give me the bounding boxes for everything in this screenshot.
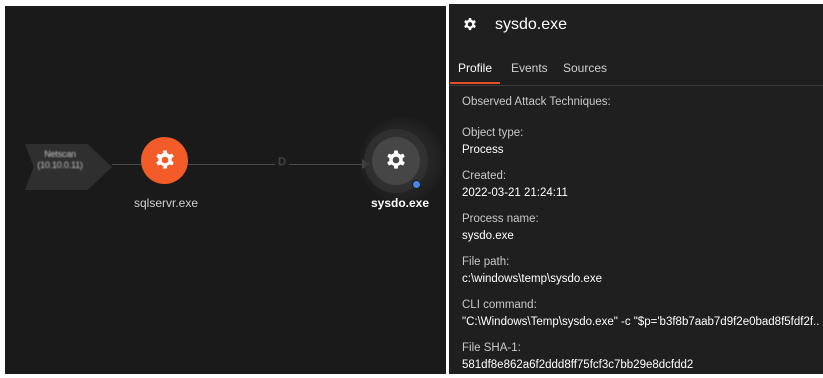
field-value: sysdo.exe <box>462 230 514 242</box>
edge-label: D <box>275 156 289 168</box>
field-attack-techniques: Observed Attack Techniques: <box>462 95 820 109</box>
process-node-sqlservr[interactable] <box>141 137 188 184</box>
process-node-label: sqlservr.exe <box>133 196 199 210</box>
field-label: CLI command: <box>462 299 537 311</box>
process-graph-canvas[interactable]: Netscan (10.10.0.11) D sqlservr.exe sysd… <box>5 6 446 374</box>
field-label: Observed Attack Techniques: <box>462 96 611 108</box>
details-panel: sysdo.exe Profile Events Sources Observe… <box>449 4 823 374</box>
field-label: Created: <box>462 170 507 182</box>
gear-icon <box>461 16 479 34</box>
panel-header: sysdo.exe <box>461 9 567 41</box>
panel-title: sysdo.exe <box>495 16 568 33</box>
status-dot-icon <box>412 180 421 189</box>
field-file-sha1: File SHA-1: 581df8e862a6f2ddd8ff75fcf3c7… <box>462 341 820 372</box>
gear-icon <box>387 150 405 169</box>
field-file-path: File path: c:\windows\temp\sysdo.exe <box>462 255 820 286</box>
tab-bar: Profile Events Sources <box>449 57 823 86</box>
field-label: Process name: <box>462 213 539 225</box>
gear-icon <box>155 150 174 169</box>
process-node-label-selected: sysdo.exe <box>370 196 430 210</box>
field-label: File SHA-1: <box>462 342 521 354</box>
tab-profile[interactable]: Profile <box>450 61 501 84</box>
tab-sources[interactable]: Sources <box>555 61 615 82</box>
field-value: "C:\Windows\Temp\sysdo.exe" -c "$p='b3f8… <box>462 316 820 328</box>
field-label: Object type: <box>462 127 524 139</box>
entry-node-label: Netscan (10.10.0.11) <box>19 149 101 171</box>
entry-node-name: Netscan <box>44 149 76 159</box>
entry-node-address: (10.10.0.11) <box>37 160 83 170</box>
field-value: 581df8e862a6f2ddd8ff75fcf3c7bb29e8dcfdd2 <box>462 359 694 371</box>
field-created: Created: 2022-03-21 21:24:11 <box>462 169 820 200</box>
graph-edge <box>112 164 141 165</box>
field-value: c:\windows\temp\sysdo.exe <box>462 273 602 285</box>
field-cli-command: CLI command: "C:\Windows\Temp\sysdo.exe"… <box>462 298 820 329</box>
field-object-type: Object type: Process <box>462 126 820 157</box>
field-label: File path: <box>462 256 510 268</box>
app-window: Netscan (10.10.0.11) D sqlservr.exe sysd… <box>0 0 823 378</box>
tab-events[interactable]: Events <box>503 61 556 82</box>
field-value: Process <box>462 144 504 156</box>
process-node-sysdo[interactable] <box>372 137 420 185</box>
field-value: 2022-03-21 21:24:11 <box>462 187 568 199</box>
field-process-name: Process name: sysdo.exe <box>462 212 820 243</box>
